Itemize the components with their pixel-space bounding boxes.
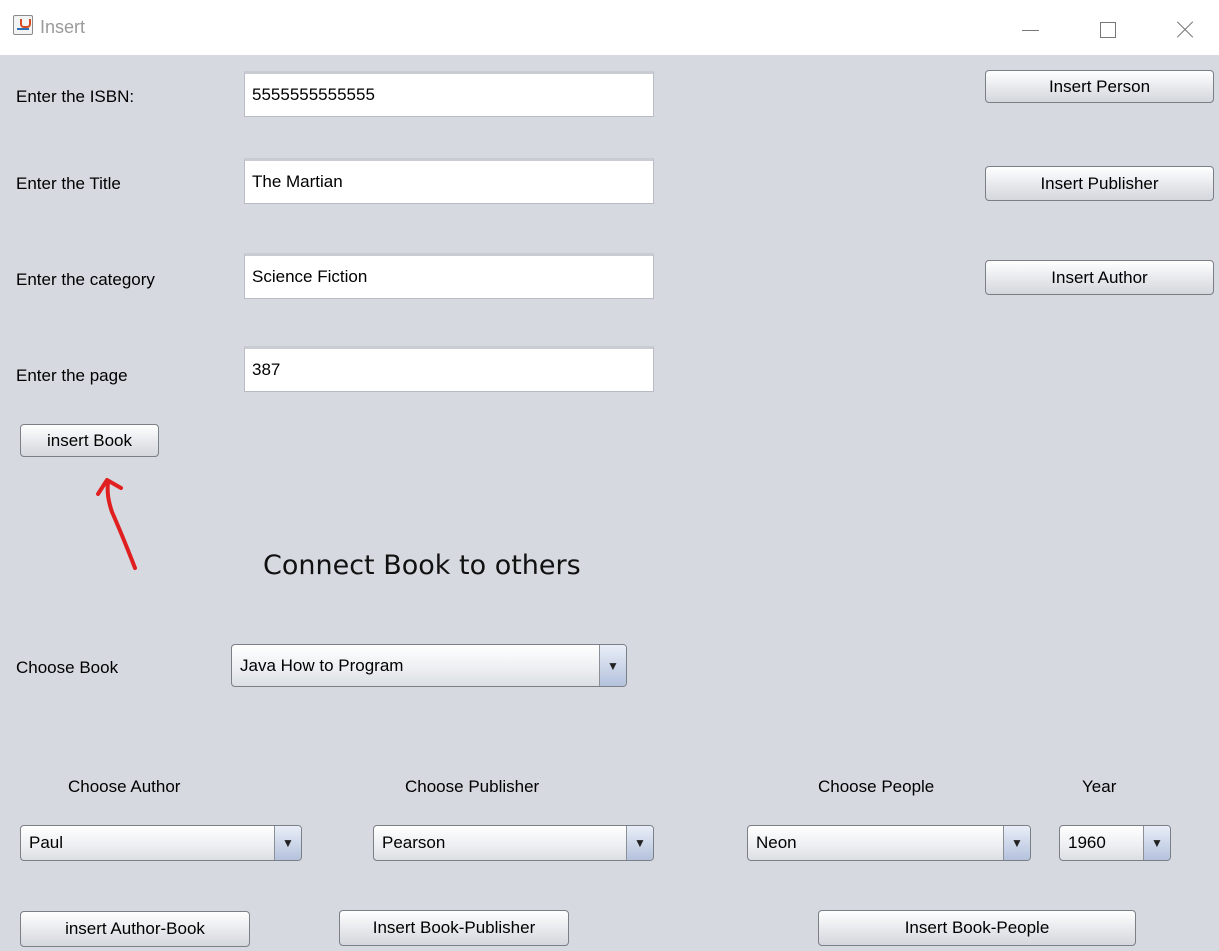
window-title: Insert bbox=[40, 17, 86, 37]
title-field[interactable]: The Martian bbox=[244, 158, 654, 204]
insert-author-button[interactable]: Insert Author bbox=[985, 260, 1214, 295]
java-icon bbox=[13, 15, 33, 35]
book-dropdown[interactable]: Java How to Program ▼ bbox=[231, 644, 627, 687]
category-label: Enter the category bbox=[16, 270, 155, 289]
insert-book-publisher-button[interactable]: Insert Book-Publisher bbox=[339, 910, 569, 946]
chevron-down-icon[interactable]: ▼ bbox=[626, 826, 653, 860]
insert-person-button[interactable]: Insert Person bbox=[985, 70, 1214, 103]
insert-book-button[interactable]: insert Book bbox=[20, 424, 159, 457]
choose-author-label: Choose Author bbox=[68, 777, 181, 796]
choose-publisher-label: Choose Publisher bbox=[405, 777, 540, 796]
chevron-down-icon[interactable]: ▼ bbox=[599, 645, 626, 686]
page-field[interactable]: 387 bbox=[244, 346, 654, 392]
category-field[interactable]: Science Fiction bbox=[244, 253, 654, 299]
year-selected: 1960 bbox=[1068, 833, 1106, 852]
choose-people-label: Choose People bbox=[818, 777, 935, 796]
year-label: Year bbox=[1082, 777, 1117, 796]
book-selected: Java How to Program bbox=[240, 655, 404, 675]
publisher-dropdown[interactable]: Pearson ▼ bbox=[373, 825, 654, 861]
people-dropdown[interactable]: Neon ▼ bbox=[747, 825, 1031, 861]
year-dropdown[interactable]: 1960 ▼ bbox=[1059, 825, 1171, 861]
isbn-label: Enter the ISBN: bbox=[16, 87, 135, 106]
page-label: Enter the page bbox=[16, 366, 128, 385]
isbn-field[interactable]: 5555555555555 bbox=[244, 71, 654, 117]
red-arrow-annotation bbox=[96, 478, 137, 570]
minimize-icon[interactable] bbox=[1007, 10, 1053, 46]
title-bar: Insert bbox=[0, 0, 1219, 55]
chevron-down-icon[interactable]: ▼ bbox=[1143, 826, 1170, 860]
maximize-icon[interactable] bbox=[1085, 10, 1131, 46]
title-label: Enter the Title bbox=[16, 174, 121, 193]
publisher-selected: Pearson bbox=[382, 833, 446, 852]
close-icon[interactable] bbox=[1160, 10, 1206, 46]
chevron-down-icon[interactable]: ▼ bbox=[1003, 826, 1030, 860]
connect-heading: Connect Book to others bbox=[263, 550, 581, 581]
insert-book-people-button[interactable]: Insert Book-People bbox=[818, 910, 1136, 946]
insert-author-book-button[interactable]: insert Author-Book bbox=[20, 911, 250, 947]
people-selected: Neon bbox=[756, 833, 797, 852]
chevron-down-icon[interactable]: ▼ bbox=[274, 826, 301, 860]
author-selected: Paul bbox=[29, 833, 64, 852]
choose-book-label: Choose Book bbox=[16, 658, 119, 677]
insert-publisher-button[interactable]: Insert Publisher bbox=[985, 166, 1214, 201]
author-dropdown[interactable]: Paul ▼ bbox=[20, 825, 302, 861]
